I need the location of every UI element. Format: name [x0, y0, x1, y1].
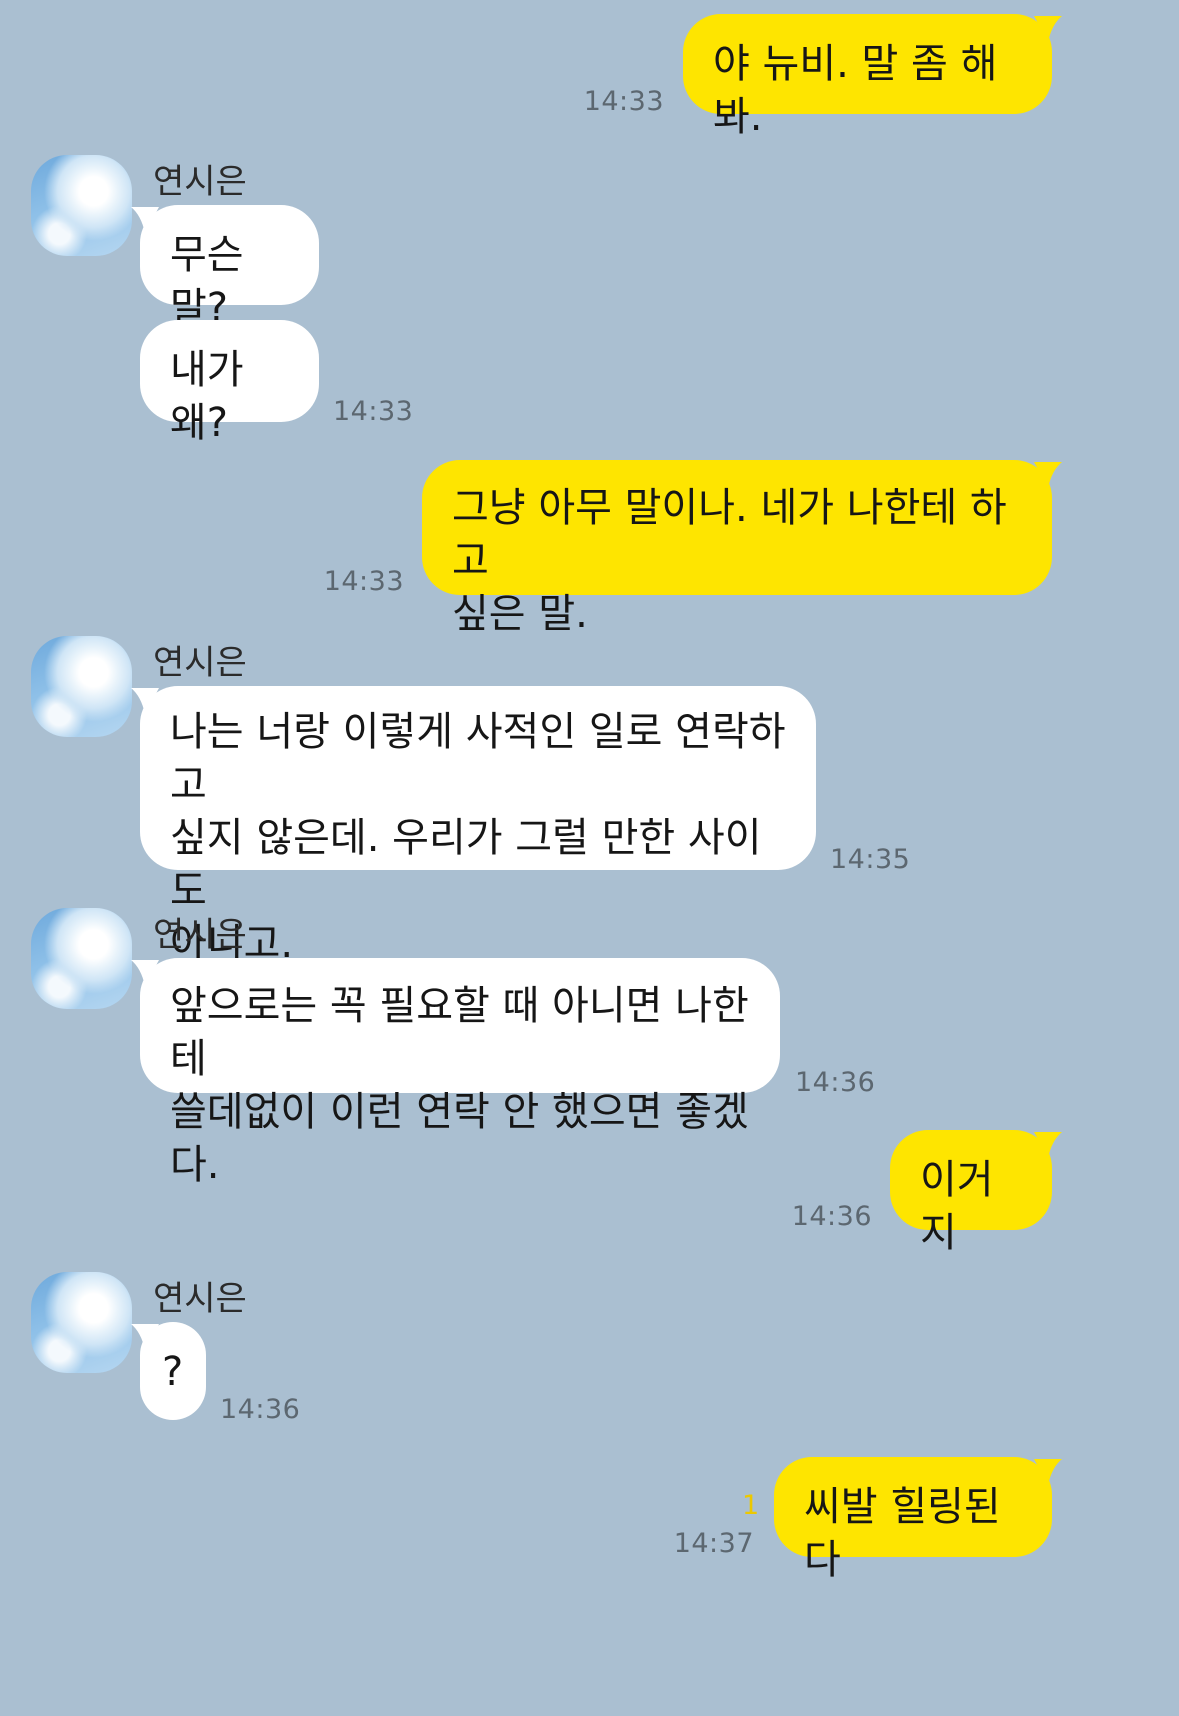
message-bubble-mine[interactable]: 씨발 힐링된다 [774, 1457, 1052, 1583]
bubble-tail [131, 688, 159, 714]
bubble-tail [131, 960, 159, 986]
message-timestamp: 14:33 [323, 566, 404, 597]
message-bubble-mine[interactable]: 야 뉴비. 말 좀 해봐. [683, 14, 1052, 140]
bubble-tail [1034, 1459, 1062, 1485]
message-bubble-theirs[interactable]: 내가 왜? [140, 320, 319, 446]
message-bubble-mine[interactable]: 그냥 아무 말이나. 네가 나한테 하고 싶은 말. [422, 460, 1052, 637]
message-timestamp: 14:33 [333, 396, 414, 427]
contact-name: 연시은 [153, 643, 247, 683]
contact-name: 연시은 [153, 915, 247, 955]
bubble-tail [1034, 462, 1062, 488]
bubble-tail [1034, 1132, 1062, 1158]
bubble-tail [1034, 16, 1062, 42]
unread-count: 1 [742, 1490, 760, 1521]
message-timestamp: 14:37 [673, 1528, 754, 1559]
message-timestamp: 14:35 [830, 844, 911, 875]
contact-avatar[interactable] [31, 636, 132, 737]
message-timestamp: 14:33 [583, 86, 664, 117]
bubble-tail [131, 1324, 159, 1350]
message-bubble-mine[interactable]: 이거지 [890, 1130, 1052, 1256]
contact-avatar[interactable] [31, 1272, 132, 1373]
message-bubble-theirs[interactable]: 앞으로는 꼭 필요할 때 아니면 나한테 쓸데없이 이런 연락 안 했으면 좋겠… [140, 958, 780, 1188]
contact-name: 연시은 [153, 162, 247, 202]
message-bubble-theirs[interactable]: 무슨 말? [140, 205, 319, 331]
message-timestamp: 14:36 [220, 1394, 301, 1425]
message-bubble-theirs[interactable]: 나는 너랑 이렇게 사적인 일로 연락하고 싶지 않은데. 우리가 그럴 만한 … [140, 686, 816, 967]
contact-name: 연시은 [153, 1279, 247, 1319]
bubble-tail [131, 207, 159, 233]
message-timestamp: 14:36 [795, 1067, 876, 1098]
contact-avatar[interactable] [31, 155, 132, 256]
contact-avatar[interactable] [31, 908, 132, 1009]
message-timestamp: 14:36 [791, 1201, 872, 1232]
